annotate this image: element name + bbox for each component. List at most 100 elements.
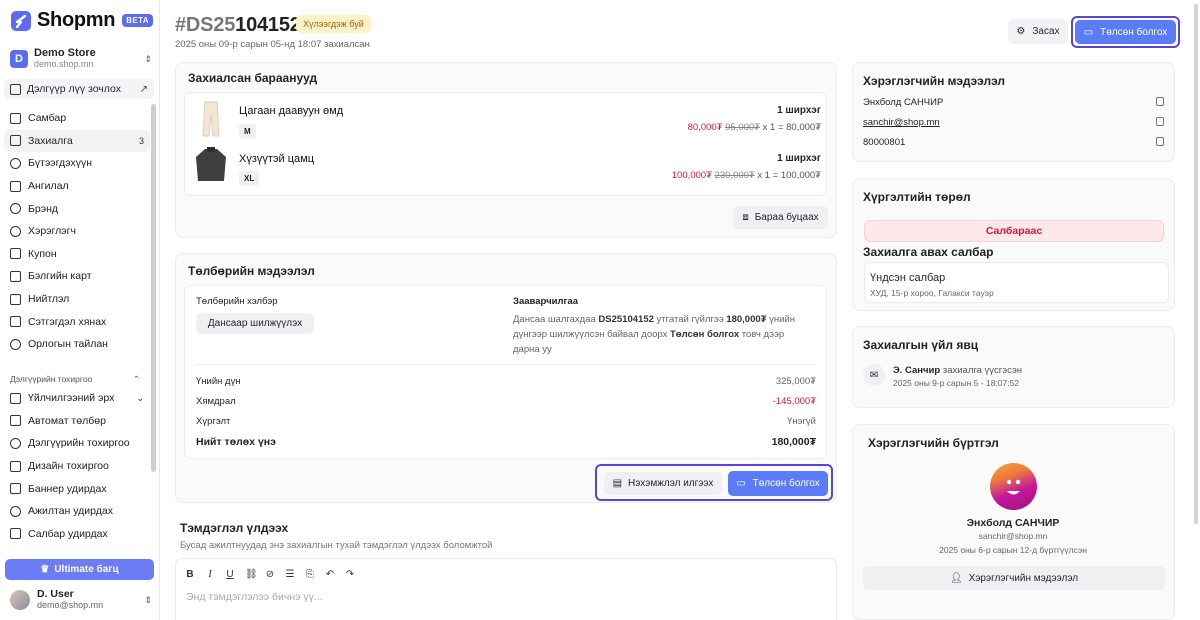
sidebar-item-reviews[interactable]: Сэтгэгдэл хянах <box>4 310 150 333</box>
copy-icon[interactable] <box>1156 137 1164 146</box>
notes-input[interactable]: Энд тэмдэглэлээ бичнэ үү... <box>186 591 323 603</box>
sidebar-item-store-settings[interactable]: Дэлгүүрийн тохиргоо <box>4 432 150 455</box>
row-value: 325,000₮ <box>775 376 816 387</box>
instr-part: DS25104152 <box>598 314 654 325</box>
italic-icon[interactable]: I <box>205 569 215 580</box>
return-items-button[interactable]: ⧈ Бараа буцаах <box>733 206 828 229</box>
sidebar-item-label: Нийтлэл <box>28 293 70 306</box>
original-price: 95,000₮ <box>725 122 760 133</box>
home-icon <box>10 112 21 124</box>
sidebar-item-brands[interactable]: Брэнд <box>4 197 150 220</box>
redo-icon[interactable]: ↷ <box>345 569 355 580</box>
instructions-text: Дансаа шалгахдаа DS25104152 утгатай гүйл… <box>513 312 813 357</box>
user-email: demo@shop.mn <box>37 600 104 610</box>
sidebar-item-label: Салбар удирдах <box>28 527 108 540</box>
account-registered: 2025 оны 6-р сарын 12-д бүртгүүлсэн <box>939 545 1087 555</box>
sidebar-item-label: Брэнд <box>28 202 59 215</box>
delivery-type-badge: Салбараас <box>864 220 1164 242</box>
product-price: 80,000₮ 95,000₮ x 1 = 80,000₮ <box>688 122 821 133</box>
mark-paid-button[interactable]: ▭ Төлсөн болгох <box>1075 20 1176 44</box>
logo-text: Shopmn <box>37 9 116 31</box>
visit-store-button[interactable]: Дэлгүүр лүү зочлох ↗ <box>4 79 154 99</box>
bold-icon[interactable]: B <box>185 569 195 580</box>
notes-editor <box>175 558 837 620</box>
main-nav: Самбар Захиалга 3 Бүтээгдэхүүн Ангилал Бр… <box>4 107 150 356</box>
box-icon <box>10 157 21 169</box>
ultimate-plan-button[interactable]: ♛ Ultimate багц <box>5 559 154 580</box>
customer-details-button[interactable]: 👤︎ Хэрэглэгчийн мэдээлэл <box>863 566 1165 590</box>
gift-card-icon <box>10 270 21 282</box>
underline-icon[interactable]: U <box>225 569 235 580</box>
sidebar-item-staff[interactable]: Ажилтан удирдах <box>4 500 150 523</box>
chevron-up-down-icon: ⇕ <box>144 594 152 605</box>
card-icon: ▭ <box>736 478 746 489</box>
copy-icon[interactable] <box>1156 117 1164 126</box>
customer-email-link[interactable]: sanchir@shop.mn <box>863 117 940 128</box>
instructions-label: Зааварчилгаа <box>513 296 578 307</box>
send-invoice-label: Нэхэмжлэл илгээх <box>628 478 714 489</box>
gear-icon: ⚙ <box>1016 26 1026 37</box>
customer-details-label: Хэрэглэгчийн мэдээлэл <box>968 572 1079 584</box>
invoice-icon: ▤ <box>612 478 623 489</box>
settings-section-title[interactable]: Дэлгүүрийн тохиргоо ⌃ <box>10 374 140 385</box>
edit-button[interactable]: ⚙ Засах <box>1008 19 1068 44</box>
unlink-icon[interactable]: ⊘ <box>265 569 275 580</box>
ticket-icon <box>10 248 21 260</box>
sidebar-item-label: Бүтээгдэхүүн <box>28 157 93 170</box>
sidebar-item-label: Автомат төлбөр <box>28 414 106 427</box>
sidebar-item-categories[interactable]: Ангилал <box>4 175 150 198</box>
sidebar-item-articles[interactable]: Нийтлэл <box>4 288 150 311</box>
timeline-title: Захиалгын үйл явц <box>863 338 979 352</box>
payment-method: Дансаар шилжүүлэх <box>207 318 303 329</box>
comment-icon <box>10 316 21 328</box>
customer-name: Энхболд САНЧИР <box>863 97 944 108</box>
shipping-row: Хүргэлт Үнэгүй <box>196 416 816 427</box>
staff-icon <box>10 505 21 517</box>
page-title: #DS25104152 <box>175 14 301 37</box>
sidebar-item-coupons[interactable]: Купон <box>4 243 150 266</box>
sidebar-item-gift-cards[interactable]: Бэлгийн карт <box>4 265 150 288</box>
row-label: Хямдрал <box>196 396 236 407</box>
link-icon[interactable]: ⛓ <box>245 569 258 580</box>
sidebar-item-products[interactable]: Бүтээгдэхүүн <box>4 152 150 175</box>
banner-icon <box>10 483 21 495</box>
sidebar-scrollbar[interactable] <box>151 104 156 472</box>
sidebar-item-auto-payment[interactable]: Автомат төлбөр <box>4 410 150 433</box>
list-icon[interactable]: ☰ <box>285 569 295 580</box>
page-scrollbar[interactable] <box>1194 4 1198 524</box>
gear-icon <box>10 437 21 449</box>
logo[interactable]: Shopmn BETA <box>10 9 153 32</box>
order-number: 104152 <box>235 14 301 36</box>
event-action: захиалга үүсгэсэн <box>940 365 1023 376</box>
store-switcher[interactable]: D Demo Store demo.shop.mn ⇕ <box>10 45 152 73</box>
payment-icon <box>10 415 21 427</box>
sidebar-item-revenue-report[interactable]: Орлогын тайлан <box>4 333 150 356</box>
sidebar-item-customers[interactable]: Хэрэглэгч <box>4 220 150 243</box>
card-icon: ▭ <box>1083 26 1094 38</box>
sidebar-item-design-settings[interactable]: Дизайн тохиргоо <box>4 455 150 478</box>
product-qty: 1 ширхэг <box>777 105 821 116</box>
event-time: 2025 оны 9-р сарын 5 - 18:07:52 <box>893 378 1020 388</box>
send-invoice-button[interactable]: ▤ Нэхэмжлэл илгээх <box>604 472 722 495</box>
attachment-icon[interactable]: ⎘ <box>305 569 315 580</box>
divider <box>196 364 816 365</box>
undo-icon[interactable]: ↶ <box>325 569 335 580</box>
user-menu[interactable]: D. User demo@shop.mn ⇕ <box>10 589 152 611</box>
branch-icon <box>10 528 21 540</box>
sidebar-item-orders[interactable]: Захиалга 3 <box>4 129 150 153</box>
row-label: Үнийн дүн <box>196 376 241 387</box>
sidebar-item-dashboard[interactable]: Самбар <box>4 107 150 130</box>
sidebar-item-label: Самбар <box>28 112 67 125</box>
sidebar-item-banners[interactable]: Баннер удирдах <box>4 477 150 500</box>
mark-paid-button[interactable]: ▭ Төлсөн болгох <box>728 471 828 496</box>
smiley-face-icon <box>1006 479 1021 495</box>
external-link-icon: ↗ <box>139 83 148 95</box>
copy-icon[interactable] <box>1156 97 1164 106</box>
product-qty: 1 ширхэг <box>777 153 821 164</box>
instr-part: утгатай гүйлгээ <box>653 314 727 325</box>
sidebar-item-branches[interactable]: Салбар удирдах <box>4 523 150 546</box>
store-url: demo.shop.mn <box>34 59 94 69</box>
sidebar-item-label: Бэлгийн карт <box>28 270 92 283</box>
sidebar-item-license[interactable]: Үйлчилгээний эрх ⌄ <box>4 387 150 410</box>
sidebar-item-label: Дизайн тохиргоо <box>28 460 109 473</box>
